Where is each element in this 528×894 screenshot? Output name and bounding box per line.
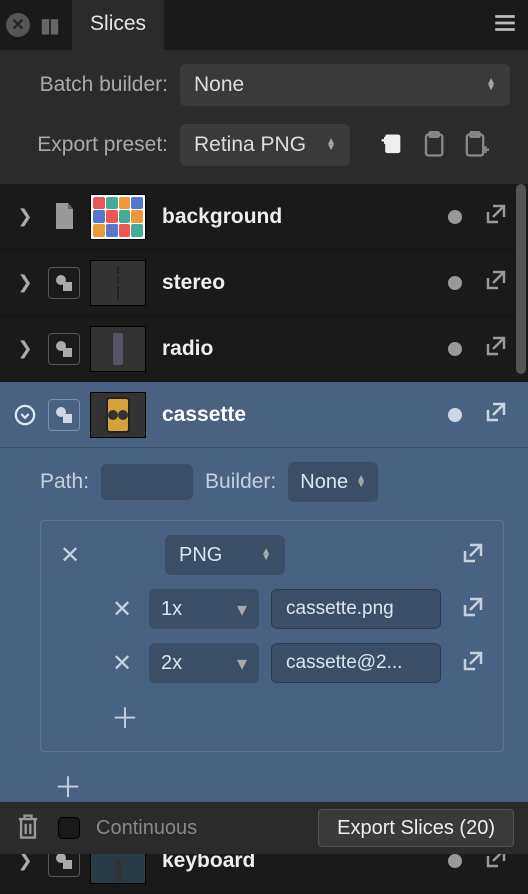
reveal-icon[interactable] xyxy=(461,595,485,624)
new-preset-from-slice-button[interactable] xyxy=(376,130,406,160)
reveal-icon[interactable] xyxy=(461,649,485,678)
updown-icon: ▲▼ xyxy=(356,476,366,488)
batch-builder-value: None xyxy=(194,73,244,97)
chevron-right-icon[interactable]: ❯ xyxy=(12,206,38,227)
panel-footer: Continuous Export Slices (20) xyxy=(0,802,528,854)
export-status-dot[interactable] xyxy=(448,342,462,356)
batch-builder-label: Batch builder: xyxy=(18,73,168,97)
delete-slice-button[interactable] xyxy=(14,811,42,846)
reveal-icon[interactable] xyxy=(484,334,508,363)
remove-format-button[interactable]: ✕ xyxy=(55,541,85,570)
slice-row[interactable]: ❯ stereo xyxy=(0,250,528,316)
builder-select[interactable]: None ▲▼ xyxy=(288,462,378,502)
tab-slices[interactable]: Slices xyxy=(72,0,164,50)
remove-scale-button[interactable]: ✕ xyxy=(107,595,137,624)
path-label: Path: xyxy=(40,470,89,494)
export-status-dot[interactable] xyxy=(448,408,462,422)
filename-input[interactable]: cassette.png xyxy=(271,589,441,629)
slice-thumbnail xyxy=(90,326,146,372)
slice-thumbnail xyxy=(90,392,146,438)
slice-name: stereo xyxy=(156,271,438,295)
slice-thumbnail xyxy=(90,194,146,240)
layer-icon xyxy=(48,399,80,431)
format-select[interactable]: PNG ▲▼ xyxy=(165,535,285,575)
reveal-icon[interactable] xyxy=(484,400,508,429)
scrollbar[interactable] xyxy=(516,184,526,374)
format-value: PNG xyxy=(179,544,222,567)
layer-icon xyxy=(48,267,80,299)
slice-row[interactable]: ❯ radio xyxy=(0,316,528,382)
close-panel-button[interactable]: ✕ xyxy=(6,13,30,37)
chevron-down-icon[interactable] xyxy=(12,404,38,426)
slice-name: radio xyxy=(156,337,438,361)
continuous-checkbox[interactable] xyxy=(58,817,80,839)
layer-icon xyxy=(48,333,80,365)
continuous-label: Continuous xyxy=(96,817,197,840)
remove-scale-button[interactable]: ✕ xyxy=(107,649,137,678)
updown-icon: ▲▼ xyxy=(486,79,496,91)
slice-name: background xyxy=(156,205,438,229)
filename-input[interactable]: cassette@2... xyxy=(271,643,441,683)
slice-list: ❯ background ❯ stereo ❯ xyxy=(0,184,528,894)
reveal-icon[interactable] xyxy=(461,541,485,570)
slice-row[interactable]: cassette xyxy=(0,382,528,448)
scale-select[interactable]: 2x ▾ xyxy=(149,643,259,683)
updown-icon: ▲▼ xyxy=(326,139,336,151)
add-preset-button[interactable] xyxy=(460,130,490,160)
reveal-icon[interactable] xyxy=(484,268,508,297)
add-format-button[interactable]: ＋ xyxy=(40,766,504,806)
export-preset-value: Retina PNG xyxy=(194,133,306,157)
chevron-right-icon[interactable]: ❯ xyxy=(12,338,38,359)
builder-value: None xyxy=(300,471,348,494)
export-options: Batch builder: None ▲▼ Export preset: Re… xyxy=(0,50,528,184)
slice-name: cassette xyxy=(156,403,438,427)
copy-preset-button[interactable] xyxy=(418,130,448,160)
export-status-dot[interactable] xyxy=(448,210,462,224)
export-slices-button[interactable]: Export Slices (20) xyxy=(318,809,514,847)
export-format-block: ✕ PNG ▲▼ ✕ 1x ▾ cassette.png xyxy=(40,520,504,752)
slice-row[interactable]: ❯ background xyxy=(0,184,528,250)
page-icon xyxy=(48,201,80,233)
batch-builder-select[interactable]: None ▲▼ xyxy=(180,64,510,106)
panel-header: ✕ ▮▮ Slices xyxy=(0,0,528,50)
add-scale-button[interactable]: ＋ xyxy=(51,697,485,737)
export-preset-label: Export preset: xyxy=(18,133,168,157)
scale-select[interactable]: 1x ▾ xyxy=(149,589,259,629)
path-input[interactable] xyxy=(101,464,193,500)
chevron-right-icon[interactable]: ❯ xyxy=(12,272,38,293)
builder-label: Builder: xyxy=(205,470,276,494)
export-status-dot[interactable] xyxy=(448,854,462,868)
scale-value: 1x xyxy=(161,598,182,621)
reveal-icon[interactable] xyxy=(484,202,508,231)
export-preset-select[interactable]: Retina PNG ▲▼ xyxy=(180,124,350,166)
updown-icon: ▲▼ xyxy=(261,549,271,561)
panel-menu-button[interactable] xyxy=(492,10,518,41)
slice-export-details: Path: Builder: None ▲▼ ✕ PNG ▲▼ xyxy=(0,448,528,828)
dock-handle-icon[interactable]: ▮▮ xyxy=(40,13,58,38)
scale-value: 2x xyxy=(161,652,182,675)
export-status-dot[interactable] xyxy=(448,276,462,290)
slice-thumbnail xyxy=(90,260,146,306)
